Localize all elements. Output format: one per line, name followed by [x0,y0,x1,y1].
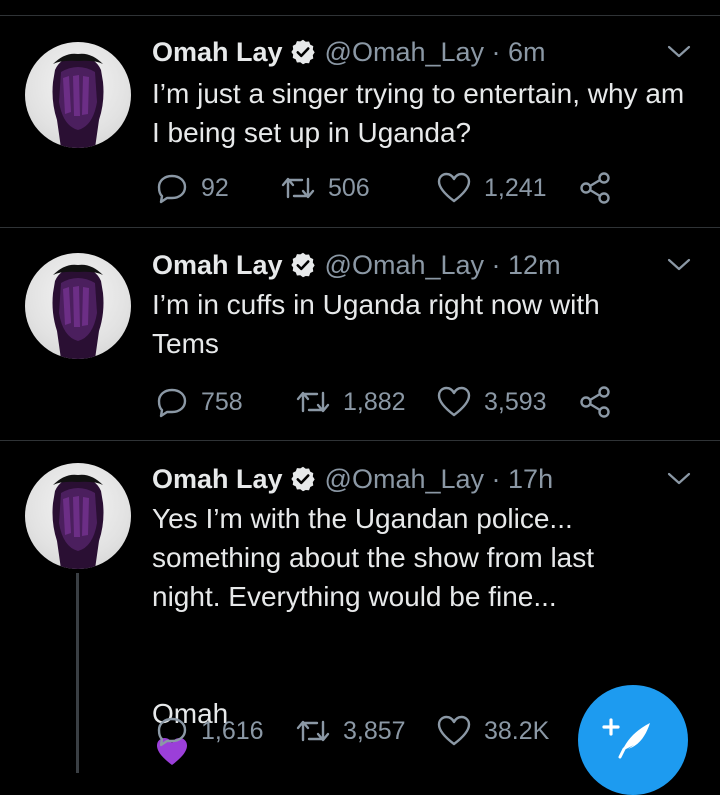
retweet-count: 506 [328,173,370,202]
verified-badge-icon [290,252,315,278]
retweet-button[interactable]: 3,857 [295,713,406,749]
verified-badge-icon [290,466,315,492]
share-icon [580,386,610,418]
time-separator: · [484,249,509,280]
tweet-text: I’m just a singer trying to entertain, w… [152,78,685,148]
like-icon [437,715,471,746]
retweet-icon [281,177,315,199]
reply-icon [157,388,187,418]
share-button[interactable] [578,170,612,206]
tweet-time[interactable]: 17h [508,464,553,495]
verified-badge-icon [290,39,315,65]
retweet-button[interactable]: 506 [280,170,370,206]
reply-button[interactable]: 92 [155,170,229,206]
author-name[interactable]: Omah Lay [152,250,283,281]
tweet-header: Omah Lay @Omah_Lay · 12m [152,247,561,283]
author-name[interactable]: Omah Lay [152,37,283,68]
retweet-icon [296,720,330,742]
author-handle[interactable]: @Omah_Lay [325,37,484,68]
avatar[interactable] [25,253,131,359]
time-separator: · [484,36,509,67]
thread-connector [76,573,79,773]
like-button[interactable]: 38.2K [436,713,549,749]
avatar[interactable] [25,42,131,148]
compose-tweet-button[interactable] [578,685,688,795]
reply-icon [157,717,187,747]
compose-tweet-icon [602,718,650,759]
time-separator: · [484,463,509,494]
retweet-button[interactable]: 1,882 [295,384,406,420]
chevron-down-icon[interactable] [664,255,694,275]
author-handle[interactable]: @Omah_Lay [325,464,484,495]
tweet-time[interactable]: 12m [508,250,561,281]
reply-count: 1,616 [201,716,264,745]
like-count: 38.2K [484,716,550,745]
avatar-image [52,264,104,359]
tweet-text: Yes I’m with the Ugandan police... somet… [152,503,595,612]
avatar-image [52,474,104,569]
like-count: 1,241 [484,173,547,202]
like-button[interactable]: 1,241 [436,170,547,206]
chevron-down-icon[interactable] [664,469,694,489]
reply-button[interactable]: 1,616 [155,713,264,749]
tweet-item[interactable]: Omah Lay @Omah_Lay · 6m I’m just a singe… [0,0,720,227]
reply-button[interactable]: 758 [155,384,243,420]
share-button[interactable] [578,384,612,420]
reply-icon [157,174,187,204]
like-button[interactable]: 3,593 [436,384,547,420]
reply-count: 92 [201,173,229,202]
like-icon [437,172,471,203]
avatar[interactable] [25,463,131,569]
tweet-item[interactable]: Omah Lay @Omah_Lay · 12m I’m in cuffs in… [0,228,720,440]
tweet-header: Omah Lay @Omah_Lay · 17h [152,461,553,497]
author-name[interactable]: Omah Lay [152,464,283,495]
chevron-down-icon[interactable] [664,42,694,62]
avatar-image [52,53,104,148]
retweet-count: 3,857 [343,716,406,745]
tweet-text: I’m in cuffs in Uganda right now with Te… [152,289,600,359]
author-handle[interactable]: @Omah_Lay [325,250,484,281]
retweet-icon [296,391,330,413]
like-icon [437,386,471,417]
retweet-count: 1,882 [343,387,406,416]
tweet-time[interactable]: 6m [508,37,546,68]
reply-count: 758 [201,387,243,416]
tweet-header: Omah Lay @Omah_Lay · 6m [152,34,546,70]
like-count: 3,593 [484,387,547,416]
share-icon [580,172,610,204]
